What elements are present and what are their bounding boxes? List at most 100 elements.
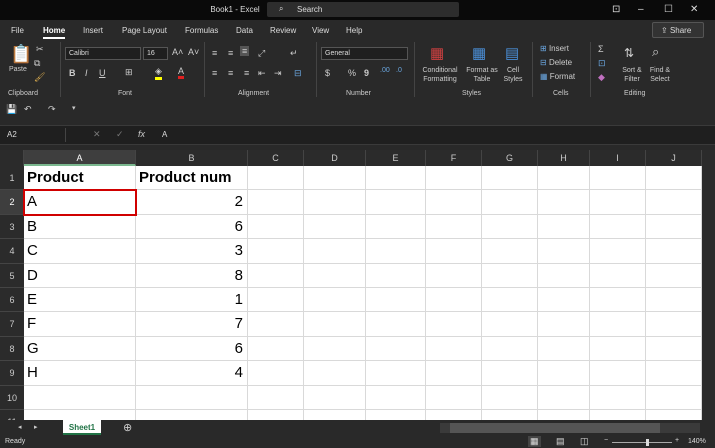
column-header-a[interactable]: A <box>24 150 136 166</box>
tab-view[interactable]: View <box>312 26 329 35</box>
enter-icon[interactable]: ✓ <box>116 129 124 140</box>
search-box[interactable]: ⌕ Search <box>267 2 459 17</box>
formula-input[interactable]: A <box>162 130 167 139</box>
wrap-text-icon[interactable]: ↵ <box>290 48 298 59</box>
column-header-e[interactable]: E <box>366 150 426 166</box>
zoom-in-icon[interactable]: + <box>675 437 679 444</box>
table-cell[interactable]: H <box>27 361 38 385</box>
row-header-4[interactable]: 4 <box>0 239 24 264</box>
format-cells-button[interactable]: ▦ Format <box>540 72 575 81</box>
row-header-11[interactable]: 11 <box>0 410 24 420</box>
decrease-font-icon[interactable]: A˅ <box>188 47 199 57</box>
column-header-b[interactable]: B <box>136 150 248 166</box>
orientation-icon[interactable]: ⤢ <box>258 48 265 59</box>
table-cell[interactable]: 6 <box>136 215 243 239</box>
fill-icon[interactable]: ⊡ <box>598 58 606 69</box>
column-header-g[interactable]: G <box>482 150 538 166</box>
table-cell[interactable]: 7 <box>136 312 243 336</box>
row-header-1[interactable]: 1 <box>0 166 24 191</box>
name-box[interactable]: A2 <box>4 128 66 142</box>
tab-formulas[interactable]: Formulas <box>185 26 218 35</box>
percent-button[interactable]: % <box>348 68 356 78</box>
save-icon[interactable]: 💾 <box>6 104 17 115</box>
font-color-icon[interactable]: A <box>178 66 185 79</box>
customize-qat-icon[interactable]: ▾ <box>72 104 76 112</box>
next-sheet-icon[interactable]: ▸ <box>34 423 38 431</box>
align-top-icon[interactable]: ≡ <box>212 48 217 58</box>
sort-filter-icon[interactable]: ⇅ <box>624 46 634 60</box>
merge-center-icon[interactable]: ⊟ <box>294 68 302 79</box>
conditional-formatting-icon[interactable]: ▦ <box>430 44 444 62</box>
table-cell[interactable]: F <box>27 312 36 336</box>
font-size-select[interactable]: 16 <box>143 47 168 60</box>
autosum-icon[interactable]: Σ <box>598 44 604 54</box>
bold-button[interactable]: B <box>69 68 76 78</box>
increase-decimal-icon[interactable]: .00 <box>380 67 390 74</box>
table-cell[interactable]: E <box>27 288 37 312</box>
comma-button[interactable]: 9 <box>364 68 369 78</box>
decrease-indent-icon[interactable]: ⇤ <box>258 68 266 79</box>
clear-icon[interactable]: ◆ <box>598 72 605 83</box>
format-as-table-button[interactable]: Format as Table <box>465 66 499 84</box>
row-header-3[interactable]: 3 <box>0 214 24 240</box>
maximize-icon[interactable]: ☐ <box>664 4 673 15</box>
align-bottom-icon[interactable]: ≡ <box>240 46 250 56</box>
header-cell[interactable]: Product num <box>139 166 232 190</box>
tab-file[interactable]: File <box>11 26 24 35</box>
copy-icon[interactable]: ⧉ <box>34 58 40 69</box>
tab-home[interactable]: Home <box>43 26 66 39</box>
column-header-f[interactable]: F <box>426 150 482 166</box>
header-cell[interactable]: Product <box>27 166 84 190</box>
conditional-formatting-button[interactable]: Conditional Formatting <box>418 66 462 84</box>
delete-cells-button[interactable]: ⊟ Delete <box>540 58 572 67</box>
row-header-8[interactable]: 8 <box>0 336 24 362</box>
redo-icon[interactable]: ↷ <box>48 104 56 115</box>
share-button[interactable]: ⇪ Share <box>652 22 704 38</box>
decrease-decimal-icon[interactable]: .0 <box>396 67 402 74</box>
increase-font-icon[interactable]: A˄ <box>172 47 183 57</box>
insert-function-button[interactable]: fx <box>138 129 145 139</box>
close-icon[interactable]: ✕ <box>690 4 698 15</box>
row-header-10[interactable]: 10 <box>0 385 24 410</box>
add-sheet-icon[interactable]: ⊕ <box>123 421 132 434</box>
currency-button[interactable]: $ <box>325 68 330 78</box>
find-select-icon[interactable]: ⌕ <box>652 44 659 60</box>
row-header-2[interactable]: 2 <box>0 190 24 215</box>
format-as-table-icon[interactable]: ▦ <box>472 44 486 62</box>
cell-styles-icon[interactable]: ▤ <box>505 44 519 62</box>
tab-data[interactable]: Data <box>236 26 253 35</box>
zoom-level[interactable]: 140% <box>688 438 706 445</box>
table-cell[interactable]: B <box>27 215 37 239</box>
cancel-icon[interactable]: ✕ <box>93 129 101 140</box>
row-header-7[interactable]: 7 <box>0 312 24 337</box>
find-select-button[interactable]: Find & Select <box>645 66 675 84</box>
row-header-9[interactable]: 9 <box>0 361 24 386</box>
cut-icon[interactable]: ✂ <box>36 44 44 55</box>
column-header-c[interactable]: C <box>248 150 304 166</box>
column-header-j[interactable]: J <box>646 150 702 166</box>
table-cell[interactable]: 3 <box>136 239 243 263</box>
vertical-scrollbar[interactable] <box>702 150 715 420</box>
italic-button[interactable]: I <box>85 68 88 78</box>
format-painter-icon[interactable]: 🖌 <box>34 72 45 83</box>
select-all-corner[interactable] <box>0 150 24 166</box>
cell-styles-button[interactable]: Cell Styles <box>500 66 526 84</box>
sort-filter-button[interactable]: Sort & Filter <box>618 66 646 84</box>
table-cell[interactable]: 1 <box>136 288 243 312</box>
zoom-out-icon[interactable]: − <box>604 437 608 444</box>
horizontal-scrollbar[interactable] <box>440 423 700 433</box>
paste-icon[interactable]: 📋 <box>10 44 32 65</box>
font-name-select[interactable]: Calibri <box>65 47 141 60</box>
align-middle-icon[interactable]: ≡ <box>228 48 233 58</box>
column-header-i[interactable]: I <box>590 150 646 166</box>
underline-button[interactable]: U <box>99 68 106 78</box>
table-cell[interactable]: D <box>27 264 38 288</box>
align-left-icon[interactable]: ≡ <box>212 68 217 78</box>
tab-review[interactable]: Review <box>270 26 296 35</box>
borders-icon[interactable]: ⊞ <box>125 67 133 78</box>
column-header-h[interactable]: H <box>538 150 590 166</box>
prev-sheet-icon[interactable]: ◂ <box>18 423 22 431</box>
sheet-tab-sheet1[interactable]: Sheet1 <box>63 420 101 435</box>
table-cell[interactable]: 6 <box>136 337 243 361</box>
table-cell[interactable]: 2 <box>136 190 243 214</box>
